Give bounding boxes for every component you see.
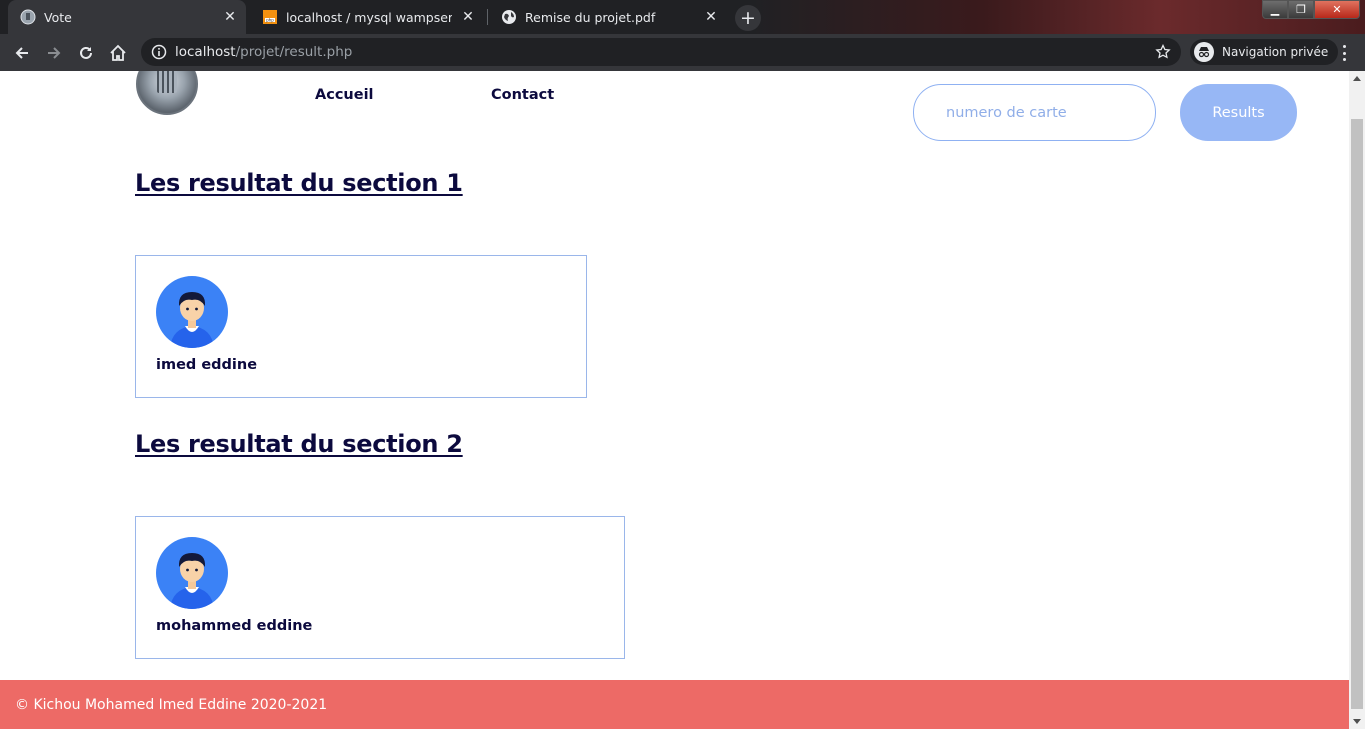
section-1-title: Les resultat du section 1	[135, 169, 463, 197]
back-button[interactable]	[9, 40, 35, 66]
reload-button[interactable]	[73, 40, 99, 66]
reload-icon	[80, 46, 92, 59]
forward-button[interactable]	[41, 40, 67, 66]
tab-pdf[interactable]: Remise du projet.pdf ✕	[489, 0, 727, 34]
tab-close-icon[interactable]: ✕	[703, 9, 719, 25]
bookmark-star-icon[interactable]	[1155, 44, 1171, 60]
tab-title: Vote	[44, 9, 72, 25]
incognito-indicator[interactable]: Navigation privée	[1190, 39, 1339, 65]
arrow-right-icon	[48, 47, 61, 59]
url-path: /projet/result.php	[235, 44, 353, 60]
tab-close-icon[interactable]: ✕	[222, 9, 238, 25]
browser-menu-icon[interactable]	[1336, 42, 1352, 64]
section-1-winner-card: imed eddine	[135, 255, 587, 398]
incognito-label: Navigation privée	[1222, 45, 1329, 59]
home-icon	[110, 44, 126, 61]
incognito-icon	[1194, 42, 1214, 62]
tab-close-icon[interactable]: ✕	[460, 9, 476, 25]
scroll-up-icon[interactable]	[1353, 76, 1361, 81]
user-avatar-icon	[156, 276, 228, 348]
site-logo[interactable]	[136, 71, 198, 115]
winner-name: imed eddine	[156, 357, 258, 373]
new-tab-button[interactable]: +	[735, 5, 761, 31]
nav-link-contact[interactable]: Contact	[491, 87, 554, 103]
vertical-scrollbar[interactable]	[1349, 71, 1365, 729]
section-2-winner-card: mohammed eddine	[135, 516, 625, 659]
user-avatar-icon	[156, 537, 228, 609]
maximize-button[interactable]: ❐	[1288, 0, 1314, 19]
close-window-button[interactable]: ✕	[1314, 0, 1360, 19]
scrollbar-thumb[interactable]	[1351, 119, 1363, 709]
page-viewport: Accueil Contact Results Les resultat du …	[0, 71, 1349, 729]
home-button[interactable]	[105, 40, 131, 66]
page-footer: © Kichou Mohamed Imed Eddine 2020-2021	[0, 680, 1349, 729]
results-button[interactable]: Results	[1180, 84, 1297, 141]
nav-link-accueil[interactable]: Accueil	[315, 87, 374, 103]
url-text: localhost/projet/result.php	[175, 44, 352, 60]
address-bar[interactable]: localhost/projet/result.php	[141, 38, 1181, 66]
phpmyadmin-icon: php	[263, 10, 277, 24]
browser-tab-bar: Vote ✕ php localhost / mysql wampserver …	[0, 0, 1365, 34]
svg-text:php: php	[266, 18, 274, 23]
info-icon[interactable]	[151, 44, 167, 60]
section-2-title: Les resultat du section 2	[135, 430, 463, 458]
tab-title: localhost / mysql wampserver / in	[286, 9, 452, 25]
site-logo-icon	[20, 9, 36, 25]
minimize-button[interactable]: ▁	[1262, 0, 1288, 19]
globe-icon	[502, 10, 516, 24]
footer-copyright: © Kichou Mohamed Imed Eddine 2020-2021	[15, 696, 328, 713]
card-number-input[interactable]	[913, 84, 1156, 141]
scroll-down-icon[interactable]	[1353, 719, 1361, 724]
browser-toolbar: localhost/projet/result.php Navigation p…	[0, 34, 1365, 71]
tab-phpmyadmin[interactable]: php localhost / mysql wampserver / in ✕	[250, 0, 484, 34]
tab-vote[interactable]: Vote ✕	[8, 0, 246, 34]
arrow-left-icon	[15, 47, 28, 59]
url-host: localhost	[175, 44, 236, 60]
tab-title: Remise du projet.pdf	[525, 9, 656, 25]
winner-name: mohammed eddine	[156, 618, 313, 634]
tab-separator	[487, 9, 488, 25]
